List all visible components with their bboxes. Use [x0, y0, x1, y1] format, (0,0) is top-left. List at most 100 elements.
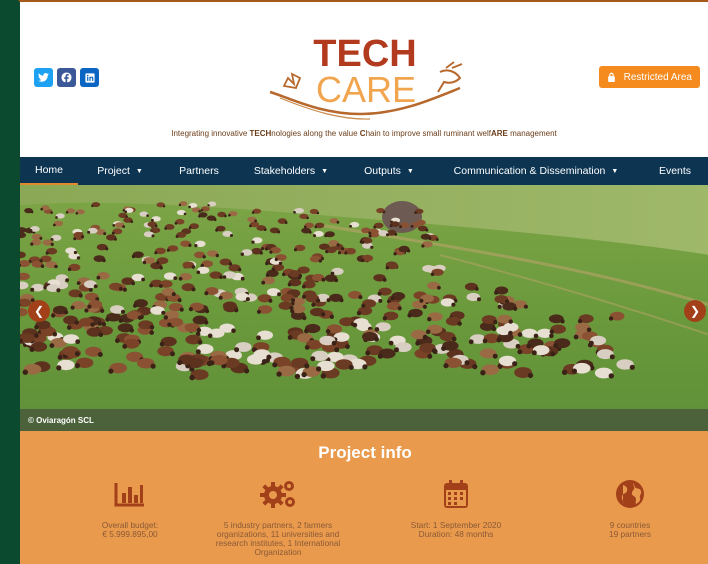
sheep-head-shape: [377, 353, 383, 359]
sheep-head-shape: [177, 359, 183, 366]
sheep-head-shape: [336, 243, 340, 247]
sheep-head-shape: [311, 302, 316, 307]
sheep-head-shape: [50, 211, 53, 214]
sheep-head-shape: [237, 267, 242, 272]
sheep-head-shape: [188, 205, 191, 209]
nav-item-label: Home: [34, 164, 63, 176]
sheep-head-shape: [56, 365, 62, 371]
sheep-head-shape: [287, 282, 292, 287]
sheep-head-shape: [64, 310, 69, 315]
sheep-head-shape: [337, 251, 342, 255]
duration-card: Start: 1 September 2020 Duration: 48 mont…: [376, 479, 536, 539]
sheep-head-shape: [477, 297, 481, 302]
sheep-head-shape: [361, 303, 366, 308]
sheep-head-shape: [151, 234, 155, 238]
sheep-head-shape: [422, 334, 428, 340]
sheep-head-shape: [329, 314, 334, 319]
tagline-emphasis: TECH: [249, 129, 272, 138]
card-line: 19 partners: [609, 529, 651, 539]
sheep-head-shape: [81, 235, 85, 239]
sheep-head-shape: [215, 253, 219, 258]
nav-item-home[interactable]: Home: [20, 157, 78, 185]
sheep-head-shape: [386, 233, 389, 237]
sheep-head-shape: [399, 225, 402, 229]
nav-item-outputs[interactable]: Outputs ▼: [346, 157, 432, 185]
sheep-head-shape: [427, 353, 433, 359]
sheep-head-shape: [87, 304, 92, 309]
sheep-head-shape: [251, 211, 255, 214]
sheep-head-shape: [331, 340, 337, 346]
sheep-head-shape: [88, 287, 93, 292]
sheep-head-shape: [70, 305, 75, 310]
calendar-icon: [376, 479, 536, 509]
project-info-section: Project info Overall budget: € 5.999.895,…: [20, 431, 708, 564]
sheep-head-shape: [378, 298, 383, 303]
slider-next-button[interactable]: ❯: [684, 300, 706, 322]
nav-item-stakeholders[interactable]: Stakeholders ▼: [236, 157, 346, 185]
hero-image: [20, 185, 708, 431]
nav-item-communication[interactable]: Communication & Dissemination ▼: [432, 157, 640, 185]
facebook-icon[interactable]: [57, 68, 76, 87]
sheep-head-shape: [410, 225, 414, 228]
sheep-head-shape: [149, 283, 154, 288]
sheep-head-shape: [73, 237, 77, 241]
linkedin-icon[interactable]: [80, 68, 99, 87]
tagline-part: nologies along the value: [271, 129, 360, 138]
sheep-head-shape: [304, 363, 310, 369]
page-frame: TECH CARE Restricted Area Integrating in…: [18, 0, 708, 564]
sheep-head-shape: [133, 303, 138, 308]
sheep-head-shape: [196, 270, 201, 275]
sheep-head-shape: [256, 309, 262, 314]
sheep-head-shape: [531, 350, 537, 356]
card-line: Organization: [254, 547, 302, 557]
sheep-head-shape: [251, 240, 255, 244]
sheep-head-shape: [170, 351, 175, 357]
sheep-head-shape: [560, 319, 565, 324]
restricted-area-button[interactable]: Restricted Area: [598, 66, 700, 88]
sheep-head-shape: [609, 354, 615, 360]
sheep-head-shape: [271, 267, 276, 272]
sheep-head-shape: [87, 230, 91, 234]
sheep-head-shape: [571, 368, 578, 374]
sheep-head-shape: [451, 336, 457, 342]
sheep-head-shape: [325, 329, 331, 334]
sheep-head-shape: [130, 220, 134, 223]
sheep-head-shape: [382, 316, 388, 321]
techcare-logo[interactable]: TECH CARE: [250, 28, 480, 122]
sheep-head-shape: [310, 356, 316, 362]
sheep-head-shape: [441, 346, 447, 351]
sheep-head-shape: [358, 295, 363, 300]
slider-prev-button[interactable]: ❮: [28, 300, 50, 322]
sheep-head-shape: [156, 261, 160, 265]
sheep-head-shape: [50, 242, 54, 246]
sheep-head-shape: [515, 343, 521, 349]
sheep-head-shape: [76, 256, 81, 260]
sheep-head-shape: [55, 216, 58, 219]
tagline-part: management: [507, 129, 557, 138]
sheep-head-shape: [111, 231, 115, 235]
sheep-head-shape: [361, 258, 365, 262]
sheep-head-shape: [149, 330, 154, 335]
sheep-head-shape: [102, 258, 106, 263]
nav-item-project[interactable]: Project ▼: [78, 157, 162, 185]
sheep-head-shape: [198, 210, 201, 213]
sheep-head-shape: [205, 309, 210, 314]
sheep-head-shape: [513, 306, 518, 311]
nav-item-partners[interactable]: Partners: [162, 157, 236, 185]
sheep-head-shape: [269, 250, 273, 254]
sheep-head-shape: [149, 325, 155, 330]
sheep-head-shape: [141, 277, 145, 282]
sheep-head-shape: [451, 302, 456, 307]
sheep-head-shape: [249, 224, 252, 228]
card-line: € 5.999.895,00: [102, 529, 158, 539]
nav-item-events[interactable]: Events: [640, 157, 708, 185]
sheep-head-shape: [334, 278, 339, 283]
sheep-head-shape: [57, 354, 63, 360]
twitter-icon[interactable]: [34, 68, 53, 87]
sheep-head-shape: [97, 352, 103, 357]
sheep-head-shape: [302, 294, 306, 299]
sheep-head-shape: [261, 280, 266, 285]
sheep-head-shape: [282, 272, 286, 277]
card-text: 9 countries 19 partners: [550, 521, 708, 539]
sheep-head-shape: [219, 275, 223, 279]
